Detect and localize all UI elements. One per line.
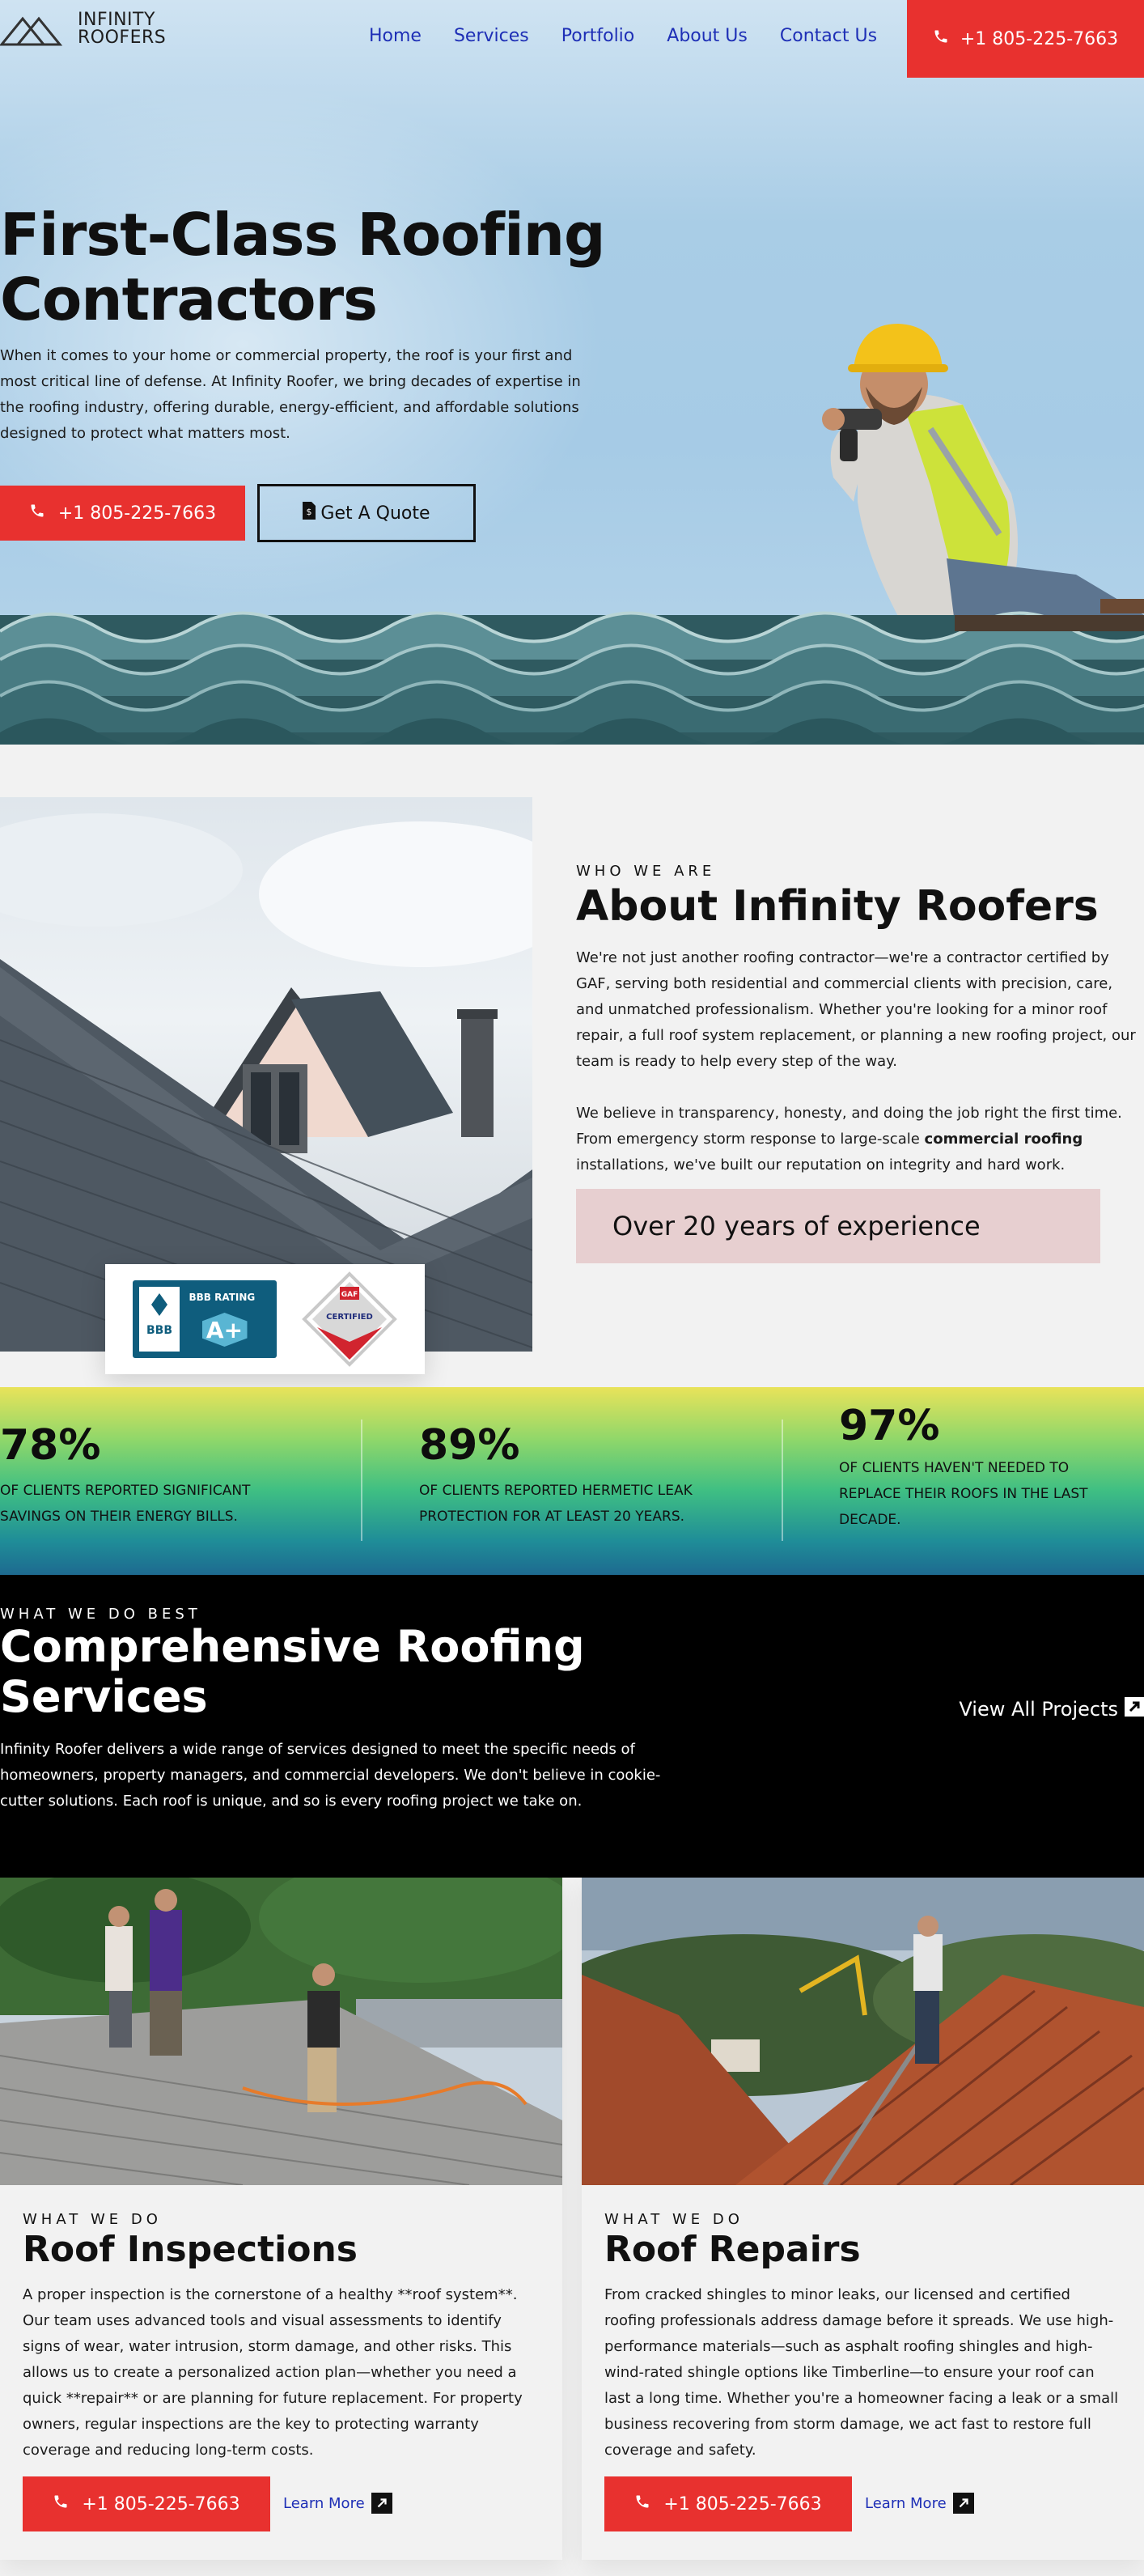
invoice-icon: $ (303, 502, 316, 524)
stat-label: OF CLIENTS HAVEN'T NEEDED TO REPLACE THE… (839, 1455, 1130, 1533)
site-header: INFINITY ROOFERS Home Services Portfolio… (0, 0, 1144, 78)
stat-energy-savings: 78% OF CLIENTS REPORTED SIGNIFICANT SAVI… (0, 1421, 250, 1530)
stat-label-line: OF CLIENTS REPORTED SIGNIFICANT (0, 1483, 251, 1499)
card-title: Roof Inspections (23, 2229, 358, 2270)
bbb-grade: A+ (201, 1313, 248, 1347)
phone-icon (634, 2493, 650, 2514)
gaf-certified-badge: GAF CERTIFIED (301, 1271, 398, 1368)
stat-label-line: DECADE. (839, 1512, 901, 1528)
services-title-line1: Comprehensive Roofing (0, 1621, 585, 1672)
hero-description: When it comes to your home or commercial… (0, 347, 581, 442)
svg-text:$: $ (307, 507, 312, 517)
stat-value: 78% (0, 1421, 101, 1470)
learn-more-link[interactable]: Learn More (283, 2493, 392, 2514)
about-title: About Infinity Roofers (576, 882, 1099, 931)
roof-inspection-image (0, 1878, 562, 2185)
nav-contact-us[interactable]: Contact Us (780, 26, 877, 46)
service-card-inspections: WHAT WE DO Roof Inspections A proper ins… (0, 1878, 562, 2560)
hero-call-button[interactable]: +1 805-225-7663 (0, 486, 245, 541)
tile-roof-image (0, 611, 1144, 745)
stat-label: OF CLIENTS REPORTED SIGNIFICANT SAVINGS … (0, 1478, 250, 1530)
brand-line1: INFINITY (78, 10, 155, 30)
bbb-logo-letters: BBB (146, 1324, 172, 1337)
external-link-icon (1125, 1697, 1144, 1721)
stat-value: 97% (839, 1402, 940, 1450)
learn-more-label: Learn More (865, 2494, 947, 2512)
header-call-button[interactable]: +1 805-225-7663 (907, 0, 1144, 78)
stat-no-replacement: 97% OF CLIENTS HAVEN'T NEEDED TO REPLACE… (839, 1402, 1130, 1533)
phone-icon (933, 28, 949, 49)
card-description: A proper inspection is the cornerstone o… (23, 2286, 523, 2459)
services-title: Comprehensive Roofing Services (0, 1622, 615, 1722)
hero-title-line2: Contractors (0, 265, 378, 333)
stat-divider (782, 1420, 783, 1541)
card-eyebrow: WHAT WE DO (604, 2211, 744, 2228)
phone-icon (29, 503, 45, 524)
card-call-label: +1 805-225-7663 (82, 2493, 240, 2514)
gaf-label: GAF (341, 1291, 358, 1299)
services-description: Infinity Roofer delivers a wide range of… (0, 1741, 661, 1810)
hero-call-label: +1 805-225-7663 (57, 503, 217, 524)
stat-label-line: SAVINGS ON THEIR ENERGY BILLS. (0, 1509, 238, 1525)
stat-label-line: REPLACE THEIR ROOFS IN THE LAST (839, 1486, 1088, 1502)
phone-icon (53, 2493, 69, 2514)
roof-repair-image (582, 1878, 1144, 2185)
stat-label: OF CLIENTS REPORTED HERMETIC LEAK PROTEC… (419, 1478, 693, 1530)
external-link-icon (371, 2493, 392, 2514)
hero-title: First-Class Roofing Contractors (0, 202, 615, 332)
about-p2-end: installations, we've built our reputatio… (576, 1156, 1066, 1173)
card-call-label: +1 805-225-7663 (663, 2493, 822, 2514)
card-description: From cracked shingles to minor leaks, ou… (604, 2286, 1119, 2459)
stat-leak-protection: 89% OF CLIENTS REPORTED HERMETIC LEAK PR… (419, 1421, 693, 1530)
brand-line2: ROOFERS (78, 28, 167, 48)
nav-about-us[interactable]: About Us (667, 26, 748, 46)
nav-portfolio[interactable]: Portfolio (561, 26, 635, 46)
brand-wordmark: INFINITY ROOFERS (78, 11, 166, 47)
stats-section: 78% OF CLIENTS REPORTED SIGNIFICANT SAVI… (0, 1387, 1144, 1575)
external-link-icon (952, 2493, 974, 2514)
bbb-rating-label: BBB RATING (189, 1292, 256, 1303)
commercial-roofing-link[interactable]: commercial roofing (925, 1131, 1083, 1148)
view-all-label: View All Projects (959, 1698, 1118, 1721)
stat-divider (361, 1420, 362, 1541)
card-title: Roof Repairs (604, 2229, 861, 2270)
bbb-logo-icon: BBB (138, 1287, 180, 1352)
stat-label-line: OF CLIENTS REPORTED HERMETIC LEAK (419, 1483, 693, 1499)
card-call-button[interactable]: +1 805-225-7663 (23, 2476, 270, 2531)
main-nav: Home Services Portfolio About Us Contact… (369, 26, 877, 46)
header-call-label: +1 805-225-7663 (960, 28, 1119, 49)
stat-label-line: OF CLIENTS HAVEN'T NEEDED TO (839, 1460, 1070, 1476)
brand-logo[interactable]: INFINITY ROOFERS (0, 11, 166, 47)
about-paragraph-1: We're not just another roofing contracto… (576, 949, 1136, 1070)
infinity-logo-icon (0, 16, 63, 46)
bbb-rating-badge: BBB BBB RATING A+ (132, 1280, 277, 1358)
nav-services[interactable]: Services (454, 26, 529, 46)
services-title-line2: Services (0, 1671, 208, 1722)
services-eyebrow: WHAT WE DO BEST (0, 1606, 201, 1623)
hero-title-line1: First-Class Roofing (0, 201, 606, 269)
about-eyebrow: WHO WE ARE (576, 863, 716, 880)
gaf-certified-label: CERTIFIED (326, 1313, 373, 1322)
stat-value: 89% (419, 1421, 520, 1470)
stat-label-line: PROTECTION FOR AT LEAST 20 YEARS. (419, 1509, 685, 1525)
experience-banner: Over 20 years of experience (576, 1189, 1100, 1263)
nav-home[interactable]: Home (369, 26, 422, 46)
certification-badges: BBB BBB RATING A+ GAF CERTIFIED (105, 1264, 425, 1374)
get-quote-label: Get A Quote (320, 503, 430, 524)
hero-section: First-Class Roofing Contractors When it … (0, 0, 1144, 745)
card-call-button[interactable]: +1 805-225-7663 (604, 2476, 852, 2531)
learn-more-label: Learn More (283, 2494, 365, 2512)
service-card-repairs: WHAT WE DO Roof Repairs From cracked shi… (582, 1878, 1144, 2560)
view-all-projects-link[interactable]: View All Projects (959, 1697, 1144, 1721)
about-paragraph-2: We believe in transparency, honesty, and… (576, 1101, 1144, 1178)
get-quote-button[interactable]: $ Get A Quote (257, 484, 476, 542)
learn-more-link[interactable]: Learn More (865, 2493, 974, 2514)
card-eyebrow: WHAT WE DO (23, 2211, 162, 2228)
